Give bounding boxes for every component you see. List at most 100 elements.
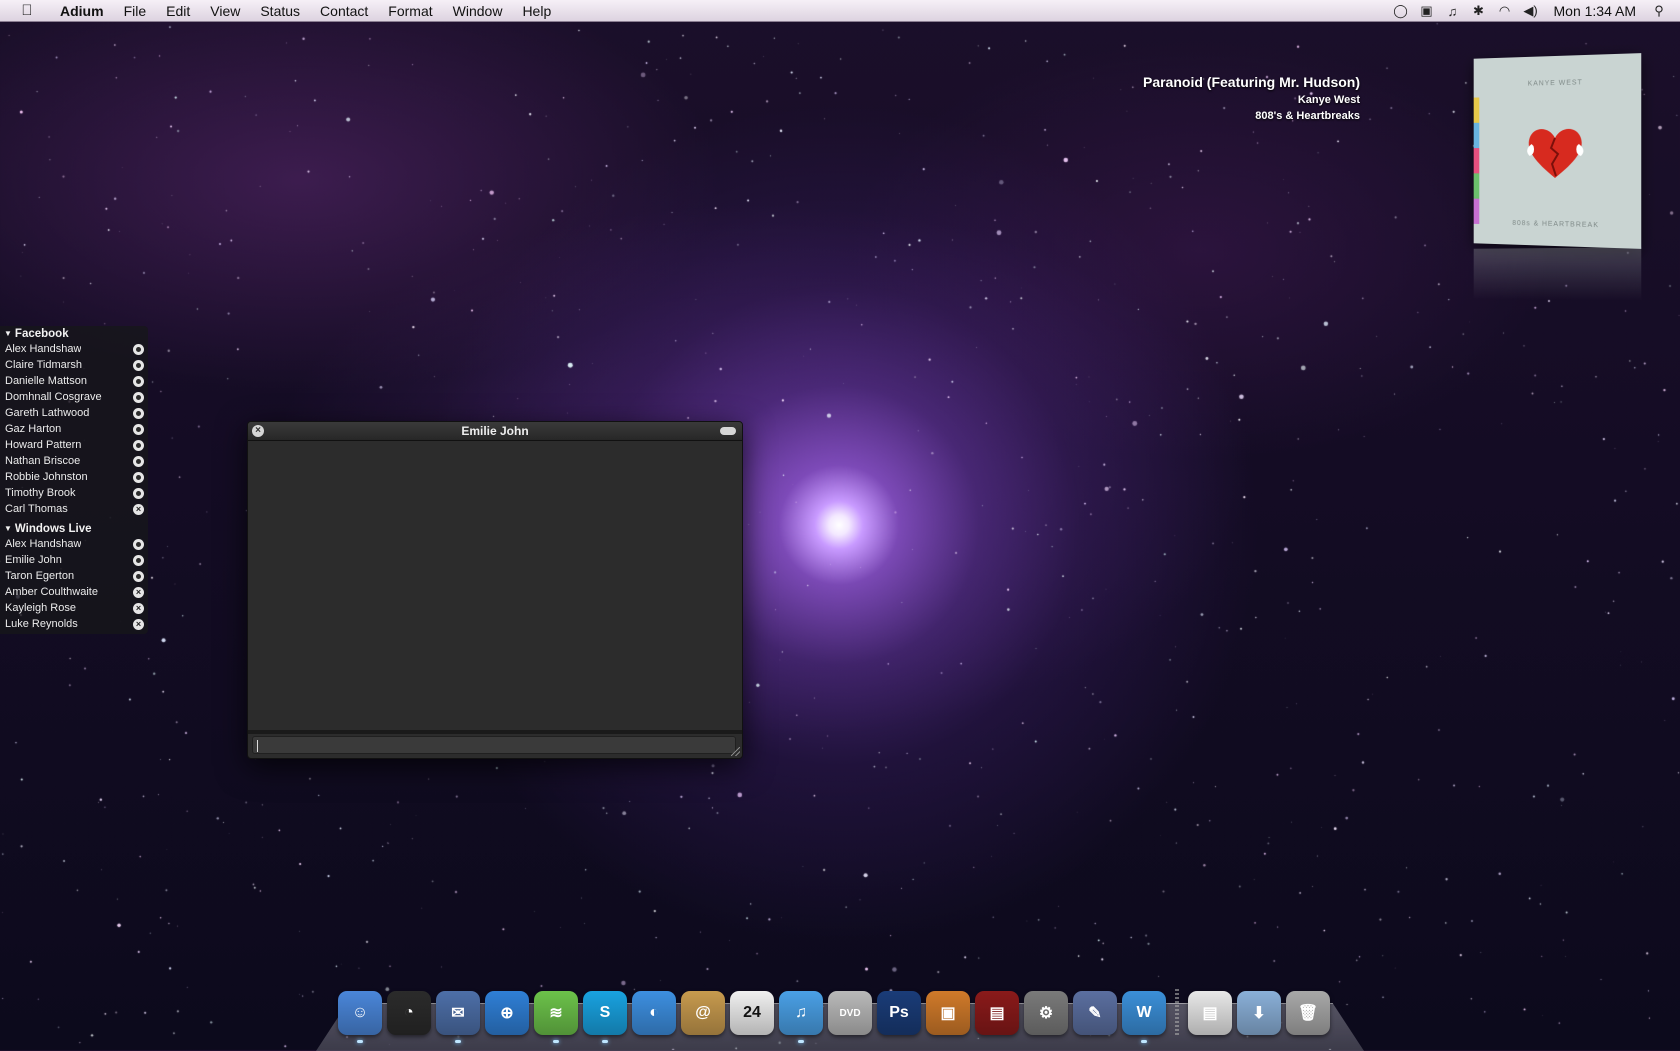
contact-name: Alex Handshaw <box>5 343 81 355</box>
album-cover-bottom-text: 808s & HEARTBREAK <box>1474 219 1642 230</box>
offline-status-icon: × <box>133 603 144 614</box>
dock-adium-icon[interactable]: W <box>1122 991 1166 1035</box>
contact-row[interactable]: Luke Reynolds × <box>0 616 148 632</box>
disclosure-triangle-icon[interactable]: ▼ <box>4 524 12 533</box>
spotlight-search-icon[interactable]: ⚲ <box>1646 0 1672 22</box>
available-status-icon <box>133 488 144 499</box>
dock-mail-icon[interactable]: ✉ <box>436 991 480 1035</box>
album-cover-strip <box>1474 97 1480 224</box>
chat-title: Emilie John <box>461 424 528 438</box>
dock-ichat-icon[interactable]: ◐ <box>632 991 676 1035</box>
contact-row[interactable]: Alex Handshaw <box>0 536 148 552</box>
contact-name: Gareth Lathwood <box>5 407 89 419</box>
album-cover-reflection <box>1474 247 1642 301</box>
dock-downloads-icon[interactable]: ⬇ <box>1237 991 1281 1035</box>
now-playing-widget: Paranoid (Featuring Mr. Hudson) Kanye We… <box>1143 74 1360 122</box>
menu-edit[interactable]: Edit <box>156 0 200 22</box>
toolbar-toggle-button[interactable] <box>720 427 736 435</box>
offline-status-icon: × <box>133 619 144 630</box>
dock-script-editor-icon[interactable]: ✎ <box>1073 991 1117 1035</box>
available-status-icon <box>133 376 144 387</box>
menu-clock[interactable]: Mon 1:34 AM <box>1544 3 1647 19</box>
contact-row[interactable]: Amber Coulthwaite × <box>0 584 148 600</box>
itunes-note-icon[interactable]: ♫ <box>1440 0 1466 22</box>
group-label: Windows Live <box>15 523 92 535</box>
offline-status-icon: × <box>133 504 144 515</box>
dock-spotify-icon[interactable]: ≋ <box>534 991 578 1035</box>
contact-row[interactable]: Kayleigh Rose × <box>0 600 148 616</box>
dock-icon-glyph: ✉ <box>451 1003 464 1023</box>
contact-row[interactable]: Gaz Harton <box>0 421 148 437</box>
chat-titlebar[interactable]: × Emilie John <box>248 422 742 441</box>
group-label: Facebook <box>15 328 69 340</box>
resize-grip-icon[interactable] <box>731 747 740 756</box>
running-indicator <box>798 1040 804 1043</box>
dock-photoshop-icon[interactable]: Ps <box>877 991 921 1035</box>
contact-name: Nathan Briscoe <box>5 455 80 467</box>
dock-documents-icon[interactable]: ▤ <box>1188 991 1232 1035</box>
contact-row[interactable]: Carl Thomas × <box>0 501 148 517</box>
contact-row[interactable]: Alex Handshaw <box>0 341 148 357</box>
adium-status-icon[interactable]: ◯ <box>1388 0 1414 22</box>
dock-system-preferences-icon[interactable]: ⚙ <box>1024 991 1068 1035</box>
dock-dashboard-icon[interactable]: ◔ <box>387 991 431 1035</box>
menu-view[interactable]: View <box>200 0 250 22</box>
dock-separator[interactable] <box>1175 989 1179 1035</box>
contact-row[interactable]: Timothy Brook <box>0 485 148 501</box>
contact-name: Danielle Mattson <box>5 375 87 387</box>
group-header[interactable]: ▼ Facebook <box>0 326 148 341</box>
dock-icon-glyph: ▤ <box>989 1003 1004 1023</box>
contact-row[interactable]: Howard Pattern <box>0 437 148 453</box>
dock-icon-glyph: ▤ <box>1202 1003 1217 1023</box>
bluetooth-icon[interactable]: ✱ <box>1466 0 1492 22</box>
dock-front-row-icon[interactable]: ▤ <box>975 991 1019 1035</box>
menu-bar:  Adium File Edit View Status Contact Fo… <box>0 0 1680 22</box>
disclosure-triangle-icon[interactable]: ▼ <box>4 329 12 338</box>
contact-name: Domhnall Cosgrave <box>5 391 102 403</box>
contact-row[interactable]: Taron Egerton <box>0 568 148 584</box>
contact-name: Luke Reynolds <box>5 618 78 630</box>
contact-row[interactable]: Danielle Mattson <box>0 373 148 389</box>
dock-icon-glyph: 24 <box>743 1004 761 1022</box>
dock-iphoto-icon[interactable]: ▣ <box>926 991 970 1035</box>
contact-row[interactable]: Robbie Johnston <box>0 469 148 485</box>
close-button[interactable]: × <box>252 425 264 437</box>
available-status-icon <box>133 424 144 435</box>
dock-ical-icon[interactable]: 24 <box>730 991 774 1035</box>
chat-window: × Emilie John <box>247 421 743 759</box>
dock-dvd-player-icon[interactable]: DVD <box>828 991 872 1035</box>
volume-icon[interactable]: ◀) <box>1518 0 1544 22</box>
available-status-icon <box>133 344 144 355</box>
menu-format[interactable]: Format <box>378 0 442 22</box>
dock-address-book-icon[interactable]: @ <box>681 991 725 1035</box>
contact-row[interactable]: Domhnall Cosgrave <box>0 389 148 405</box>
group-header[interactable]: ▼ Windows Live <box>0 521 148 536</box>
dock-itunes-icon[interactable]: ♫ <box>779 991 823 1035</box>
contact-row[interactable]: Claire Tidmarsh <box>0 357 148 373</box>
menu-help[interactable]: Help <box>512 0 561 22</box>
dock-icon-glyph: DVD <box>839 1008 860 1019</box>
dock-icon-glyph: ⬇ <box>1252 1003 1265 1023</box>
contact-row[interactable]: Emilie John <box>0 552 148 568</box>
display-icon[interactable]: ▣ <box>1414 0 1440 22</box>
dock-skype-icon[interactable]: S <box>583 991 627 1035</box>
dock-finder-icon[interactable]: ☺ <box>338 991 382 1035</box>
menu-contact[interactable]: Contact <box>310 0 378 22</box>
menu-file[interactable]: File <box>114 0 157 22</box>
wifi-icon[interactable]: ◠ <box>1492 0 1518 22</box>
contact-row[interactable]: Gareth Lathwood <box>0 405 148 421</box>
message-log[interactable] <box>248 441 742 731</box>
contact-row[interactable]: Nathan Briscoe <box>0 453 148 469</box>
dock-safari-icon[interactable]: ⊕ <box>485 991 529 1035</box>
dock-icon-glyph: W <box>1136 1004 1151 1022</box>
dock-trash-icon[interactable]: 🗑 <box>1286 991 1330 1035</box>
menu-window[interactable]: Window <box>443 0 513 22</box>
menu-app-name[interactable]: Adium <box>50 0 114 22</box>
contact-name: Robbie Johnston <box>5 471 88 483</box>
message-input[interactable] <box>252 736 736 754</box>
menu-status[interactable]: Status <box>250 0 310 22</box>
text-caret <box>257 740 258 752</box>
apple-menu-icon[interactable]:  <box>16 0 38 22</box>
available-status-icon <box>133 555 144 566</box>
chat-divider[interactable] <box>248 730 742 734</box>
